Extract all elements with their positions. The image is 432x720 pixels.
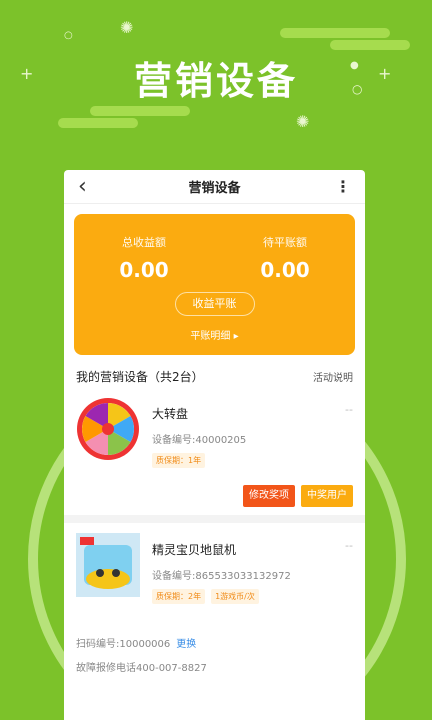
- device-status: --: [345, 403, 353, 416]
- device-code: 设备编号:865533033132972: [152, 571, 291, 582]
- winners-button[interactable]: 中奖用户: [301, 485, 353, 507]
- total-income-label: 总收益额: [122, 236, 166, 249]
- income-card: 总收益额 0.00 待平账额 0.00 收益平账 平账明细 ▸: [74, 214, 355, 355]
- device-item[interactable]: 精灵宝贝地鼠机 -- 设备编号:865533033132972 质保期：2年 1…: [64, 533, 365, 633]
- pending-income: 待平账额 0.00: [215, 234, 355, 282]
- device-item[interactable]: 大转盘 -- 设备编号:40000205 质保期：1年 修改奖项 中奖用户: [64, 397, 365, 515]
- device-status: --: [345, 539, 353, 552]
- sparkle-icon: ✺: [296, 112, 310, 131]
- whack-a-mole-thumbnail: [76, 533, 140, 597]
- pending-income-label: 待平账额: [263, 236, 307, 249]
- cloud-shape: [330, 40, 410, 50]
- circle-icon: ○: [64, 30, 73, 41]
- cloud-shape: [280, 28, 390, 38]
- nav-bar: ‹ 营销设备 ⋮: [64, 170, 365, 204]
- total-income-value: 0.00: [119, 258, 169, 282]
- warranty-tag: 质保期：2年: [152, 589, 206, 604]
- promo-title: 营销设备: [133, 59, 298, 103]
- edit-prizes-button[interactable]: 修改奖项: [243, 485, 295, 507]
- devices-section-header: 我的营销设备（共2台） 活动说明: [64, 355, 365, 397]
- total-income: 总收益额 0.00: [74, 234, 214, 282]
- app-screen: ‹ 营销设备 ⋮ 总收益额 0.00 待平账额 0.00 收益平账 平账明细 ▸…: [64, 170, 365, 720]
- cloud-shape: [90, 106, 190, 116]
- price-tag: 1游戏币/次: [211, 589, 259, 604]
- sparkle-icon: ✺: [120, 18, 134, 37]
- warranty-tag: 质保期：1年: [152, 453, 206, 468]
- activity-help-link[interactable]: 活动说明: [313, 369, 353, 384]
- divider: [64, 515, 365, 523]
- back-icon[interactable]: ‹: [78, 174, 98, 199]
- device-code: 设备编号:40000205: [152, 435, 247, 446]
- device-name: 大转盘: [152, 407, 189, 421]
- more-icon[interactable]: ⋮: [331, 177, 351, 196]
- devices-section-title: 我的营销设备（共2台）: [76, 369, 204, 384]
- scan-code: 扫码编号:10000006: [76, 639, 171, 650]
- cloud-shape: [58, 118, 138, 128]
- repair-phone: 故障报修电话400-007-8827: [76, 663, 207, 674]
- settle-button[interactable]: 收益平账: [174, 292, 255, 316]
- settle-detail-link[interactable]: 平账明细 ▸: [74, 327, 355, 342]
- device-name: 精灵宝贝地鼠机: [152, 543, 237, 557]
- scan-code-row: 扫码编号:10000006 更换: [64, 633, 365, 657]
- wheel-thumbnail: [77, 398, 139, 460]
- change-link[interactable]: 更换: [176, 639, 196, 650]
- pending-income-value: 0.00: [260, 258, 310, 282]
- page-title: 营销设备: [188, 181, 241, 196]
